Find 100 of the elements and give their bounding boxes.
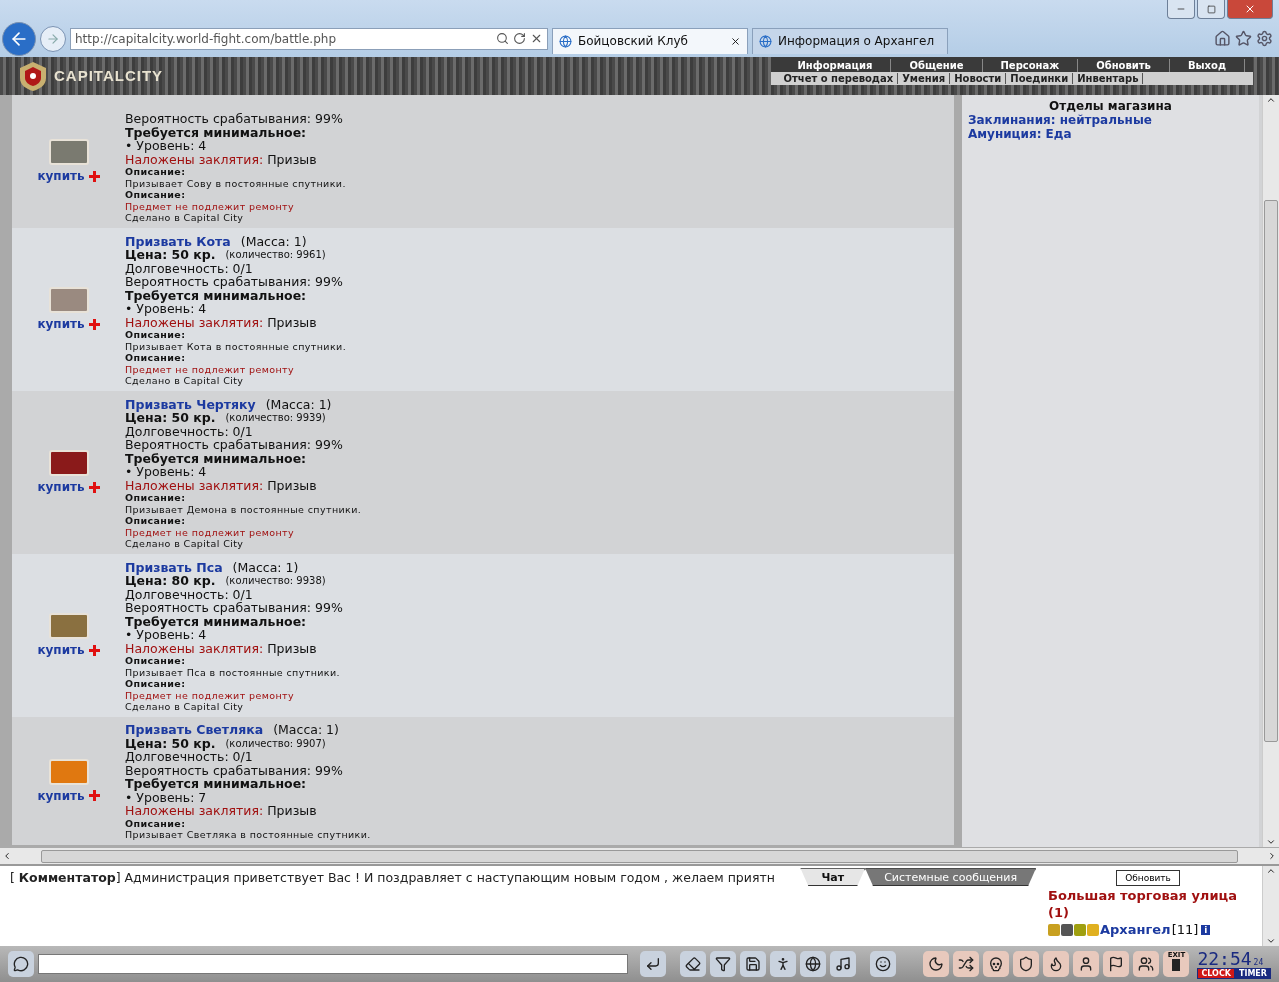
buy-link[interactable]: купить	[37, 788, 100, 803]
spell-label: Наложены заклятия:	[125, 478, 264, 493]
game-logo: CAPITALCITY	[54, 67, 164, 85]
shuffle-icon	[958, 956, 975, 973]
location-name: Большая торговая улица	[1048, 888, 1238, 904]
toolbar-button[interactable]	[1073, 951, 1100, 978]
horizontal-scrollbar[interactable]	[0, 847, 1279, 865]
item-chance: Вероятность срабатывания: 99%	[125, 438, 344, 452]
toolbar-button[interactable]	[1103, 951, 1130, 978]
scroll-left-icon[interactable]	[2, 851, 12, 862]
buy-link[interactable]: купить	[37, 643, 100, 658]
toolbar-button[interactable]	[1013, 951, 1040, 978]
toolbar-button[interactable]	[1133, 951, 1160, 978]
minimize-button[interactable]	[1167, 0, 1195, 19]
clock-mode-tab[interactable]: CLOCK	[1197, 967, 1235, 979]
sub-menu-link[interactable]: Умения	[898, 72, 951, 84]
toolbar-button[interactable]	[680, 951, 706, 978]
url-text: http://capitalcity.world-fight.com/battle.php	[75, 31, 337, 46]
close-tab-icon[interactable]	[730, 35, 741, 47]
requirement-heading: Требуется минимальное:	[125, 777, 307, 791]
search-icon[interactable]	[496, 32, 509, 45]
close-icon	[1244, 3, 1256, 15]
toolbar-button[interactable]	[953, 951, 980, 978]
browser-tab[interactable]: Информация о Архангел	[752, 27, 948, 54]
spell-value: Призыв	[267, 315, 317, 330]
toolbar-button[interactable]	[710, 951, 736, 978]
stop-icon[interactable]	[530, 32, 543, 45]
maximize-button[interactable]	[1197, 0, 1225, 19]
eraser-icon	[685, 956, 701, 973]
toolbar-button[interactable]	[923, 951, 950, 978]
item-price: Цена: 50 кр.	[125, 248, 216, 262]
toolbar-button[interactable]	[1043, 951, 1070, 978]
sub-menu-link[interactable]: Новости	[950, 72, 1007, 84]
toolbar-button[interactable]	[770, 951, 796, 978]
maximize-icon	[1206, 4, 1216, 14]
user-name-link[interactable]: Архангел	[1100, 922, 1171, 938]
item-name-link[interactable]: Призвать Пса	[125, 560, 223, 575]
buy-link[interactable]: купить	[37, 317, 100, 332]
description-label: Описание:	[125, 352, 187, 364]
toolbar-button[interactable]	[800, 951, 826, 978]
back-button[interactable]	[2, 21, 36, 56]
item-durability: Долговечность: 0/1	[125, 424, 254, 439]
top-menu-link[interactable]: Информация	[779, 58, 892, 72]
refresh-button[interactable]: Обновить	[1116, 870, 1180, 887]
description-text: Призывает Демона в постоянные спутники.	[125, 503, 362, 516]
description-label: Описание:	[125, 515, 187, 527]
star-icon[interactable]	[1235, 30, 1252, 47]
refresh-icon[interactable]	[513, 32, 526, 45]
address-bar[interactable]: http://capitalcity.world-fight.com/battle.php	[70, 27, 548, 50]
repair-note: Предмет не подлежит ремонту	[125, 689, 296, 702]
globe-icon	[805, 956, 821, 973]
chat-input-field[interactable]	[38, 954, 628, 975]
settings-icon[interactable]	[1256, 30, 1273, 47]
item-durability: Долговечность: 0/1	[125, 587, 254, 602]
buy-link[interactable]: купить	[37, 169, 100, 184]
toolbar-button[interactable]	[830, 951, 856, 978]
toolbar-button[interactable]	[870, 951, 896, 978]
spell-value: Призыв	[267, 152, 317, 167]
sub-menu-link[interactable]: Инвентарь	[1073, 72, 1144, 84]
item-price: Цена: 50 кр.	[125, 411, 216, 425]
description-text: Призывает Кота в постоянные спутники.	[125, 340, 347, 353]
speech-head-button[interactable]	[8, 951, 34, 978]
chat-tab[interactable]: Системные сообщения	[865, 868, 1036, 887]
clock-time: 22:54	[1197, 949, 1252, 968]
sub-menu-link[interactable]: Поединки	[1006, 72, 1074, 84]
shop-section-link[interactable]: Амуниция: Еда	[968, 126, 1253, 141]
top-menu-link[interactable]: Обновить	[1078, 58, 1170, 72]
toolbar-button[interactable]	[740, 951, 766, 978]
toolbar-button[interactable]	[983, 951, 1010, 978]
shield-icon	[1018, 956, 1035, 973]
home-icon[interactable]	[1214, 30, 1231, 47]
top-menu-link[interactable]: Персонаж	[982, 58, 1079, 72]
item-quantity: (количество: 9939)	[225, 412, 326, 425]
shop-sections-title: Отделы магазина	[1048, 98, 1173, 113]
sub-menu-link[interactable]: Отчет о переводах	[779, 72, 899, 84]
item-mass: (Масса: 1)	[273, 723, 339, 737]
toolbar-button[interactable]	[640, 951, 666, 978]
top-menu-link[interactable]: Выход	[1169, 58, 1245, 72]
spell-value: Призыв	[267, 641, 317, 656]
spell-label: Наложены заклятия:	[125, 804, 264, 818]
page-icon	[559, 34, 572, 48]
chat-tab[interactable]: Чат	[800, 868, 866, 887]
shop-section-link[interactable]: Заклинания: нейтральные	[968, 112, 1253, 127]
item-chance: Вероятность срабатывания: 99%	[125, 601, 343, 615]
spell-label: Наложены заклятия:	[125, 641, 264, 656]
chat-scrollbar[interactable]	[1262, 866, 1279, 947]
top-menu-link[interactable]: Общение	[891, 58, 983, 72]
scroll-right-icon[interactable]	[1267, 851, 1277, 862]
buy-link[interactable]: купить	[37, 480, 100, 495]
item-name-link[interactable]: Призвать Светляка	[125, 723, 264, 737]
plus-icon	[88, 318, 100, 330]
item-quantity: (количество: 9961)	[225, 248, 326, 262]
smiley-icon	[875, 956, 891, 973]
item-name-link[interactable]: Призвать Кота	[125, 234, 231, 249]
item-name-link[interactable]: Призвать Чертяку	[125, 397, 256, 412]
item-durability: Долговечность: 0/1	[125, 261, 254, 276]
vertical-scrollbar[interactable]	[1262, 94, 1279, 848]
clock-mode-tab[interactable]: TIMER	[1234, 967, 1271, 979]
browser-tab[interactable]: Бойцовский Клуб	[552, 27, 748, 54]
info-badge[interactable]: i	[1201, 924, 1211, 935]
